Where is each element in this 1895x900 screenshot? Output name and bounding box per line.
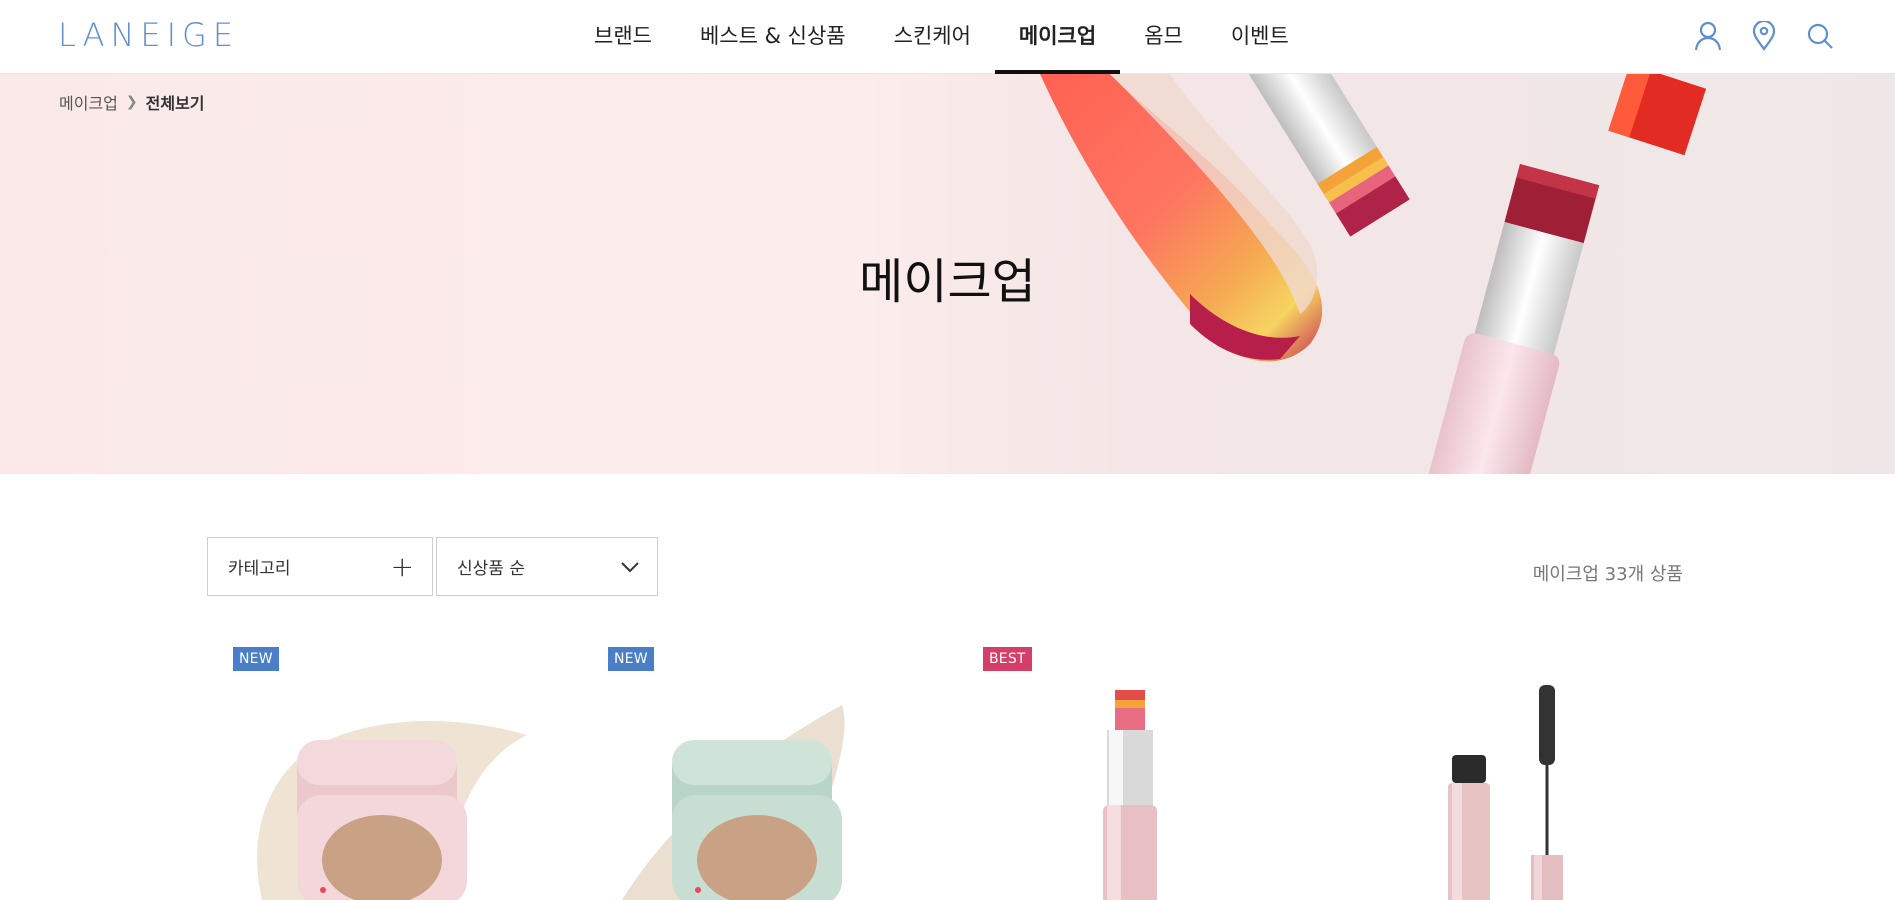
nav-item-skincare[interactable]: 스킨케어 — [870, 0, 995, 73]
product-card[interactable]: BEST — [957, 645, 1287, 900]
chevron-down-icon — [621, 561, 639, 572]
search-icon[interactable] — [1803, 18, 1837, 54]
category-filter-label: 카테고리 — [228, 559, 291, 579]
breadcrumb: 메이크업 ❯ 전체보기 — [59, 90, 205, 114]
nav-item-best-new[interactable]: 베스트 & 신상품 — [676, 0, 870, 73]
site-header: LANEIGE 브랜드 베스트 & 신상품 스킨케어 메이크업 옴므 이벤트 — [0, 0, 1895, 74]
product-count: 메이크업 33개 상품 — [1532, 564, 1683, 585]
product-card[interactable] — [1332, 645, 1662, 900]
breadcrumb-root[interactable]: 메이크업 — [59, 90, 118, 114]
nav-item-event[interactable]: 이벤트 — [1207, 0, 1313, 73]
laneige-logo[interactable]: LANEIGE — [58, 16, 239, 54]
nav-item-homme[interactable]: 옴므 — [1120, 0, 1207, 73]
nav-item-makeup[interactable]: 메이크업 — [994, 0, 1121, 74]
pink-cushion-image — [257, 721, 527, 900]
mint-cushion-image — [622, 705, 845, 900]
location-icon[interactable] — [1747, 18, 1781, 54]
hero-banner: 메이크업 ❯ 전체보기 메이크업 — [0, 74, 1895, 474]
page-title: 메이크업 — [859, 254, 1036, 310]
main-nav: 브랜드 베스트 & 신상품 스킨케어 메이크업 옴므 이벤트 — [570, 0, 1313, 74]
new-badge: NEW — [233, 647, 279, 671]
breadcrumb-current: 전체보기 — [145, 94, 205, 113]
best-badge: BEST — [983, 647, 1032, 671]
sort-select[interactable]: 신상품 순 — [436, 537, 658, 596]
category-filter-button[interactable]: 카테고리 + — [207, 537, 433, 596]
chevron-right-icon: ❯ — [125, 94, 138, 110]
user-icon[interactable] — [1691, 18, 1725, 54]
plus-icon: + — [390, 549, 414, 583]
product-card[interactable]: NEW — [582, 645, 912, 900]
nav-item-brand[interactable]: 브랜드 — [570, 0, 676, 73]
mascara-image — [1448, 685, 1563, 900]
product-card[interactable]: NEW — [207, 645, 537, 900]
lip-bar-image — [1103, 690, 1157, 900]
utility-menu — [1691, 18, 1837, 54]
new-badge: NEW — [608, 647, 654, 671]
sort-select-value: 신상품 순 — [457, 559, 525, 579]
